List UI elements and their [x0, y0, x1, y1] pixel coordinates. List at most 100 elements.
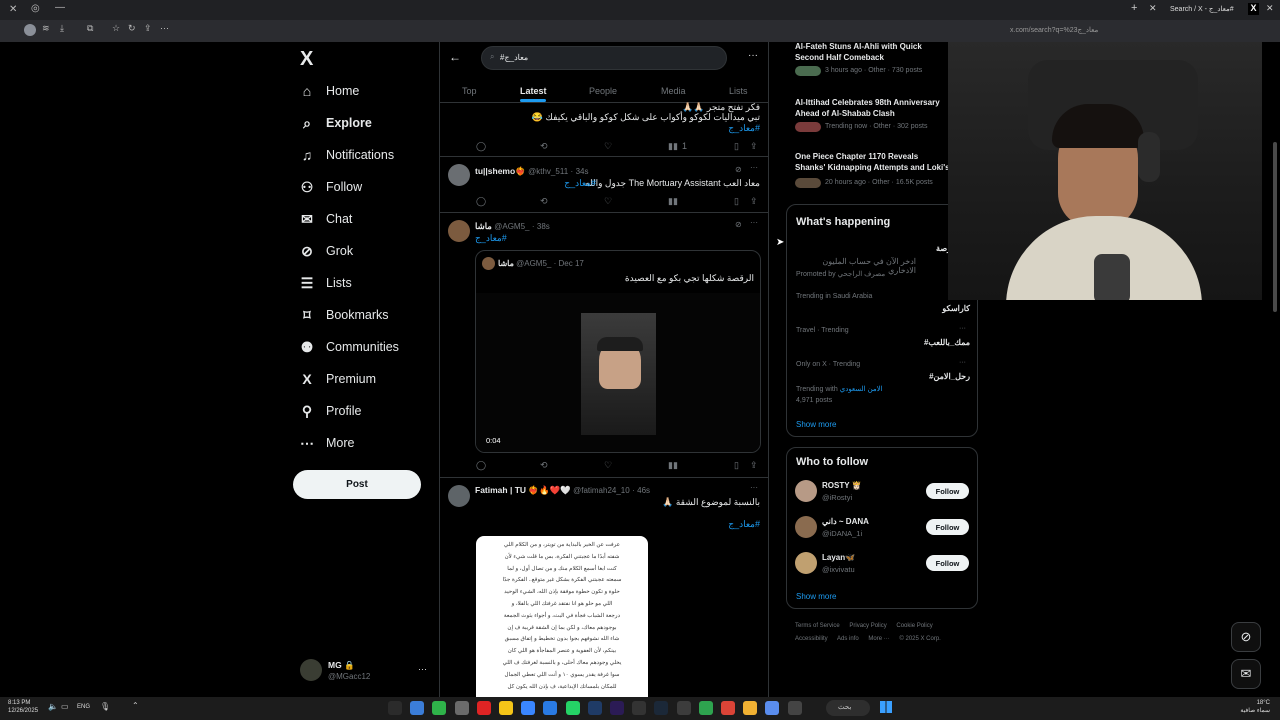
photoshop-icon[interactable] [587, 701, 602, 715]
bookmark-icon[interactable]: ▯ [734, 196, 739, 207]
back-arrow-icon[interactable]: ← [449, 50, 461, 64]
tweet-time[interactable]: 34s [576, 167, 589, 176]
avatar[interactable] [795, 552, 817, 574]
nav-item-bookmarks[interactable]: ⌑ Bookmarks [298, 301, 388, 329]
network-icon[interactable]: ▭ [61, 702, 69, 711]
video-player[interactable]: 0:04 [476, 293, 760, 452]
volume-icon[interactable]: 🔈 [48, 702, 58, 711]
avatar[interactable] [448, 164, 470, 186]
share-icon[interactable]: ⇪ [750, 460, 758, 471]
retweet-icon[interactable]: ⟲ [540, 141, 548, 152]
author-name[interactable]: ماشا [475, 221, 492, 231]
avatar[interactable] [795, 480, 817, 502]
tweet-time[interactable]: 38s [537, 222, 550, 231]
menu-icon[interactable]: ⋯ [160, 23, 169, 34]
like-icon[interactable]: ♡ [604, 141, 612, 152]
author-name[interactable]: Fatimah | TU ❤️‍🔥🔥❤️🤍 [475, 485, 571, 495]
language-indicator[interactable]: ENG [77, 704, 90, 710]
nav-item-follow[interactable]: ⚇ Follow [298, 173, 362, 201]
xbox-icon[interactable] [432, 701, 447, 715]
window-close-icon[interactable]: ✕ [1266, 3, 1274, 14]
download-icon[interactable]: ⤓ [60, 23, 64, 34]
more-icon[interactable]: ··· [750, 163, 758, 172]
obs-icon[interactable] [676, 701, 691, 715]
new-tab-icon[interactable]: + [1131, 2, 1137, 14]
nav-item-notifications[interactable]: ♫ Notifications [298, 141, 394, 169]
follow-name[interactable]: داني ~ DANA [822, 517, 869, 526]
follow-name[interactable]: Layan🦋 [822, 553, 855, 562]
avatar[interactable] [448, 220, 470, 242]
footer-link[interactable]: Ads info [837, 636, 859, 642]
address-bar[interactable]: x.com/search?q=%23معاد_ج [1010, 26, 1210, 34]
x-logo[interactable]: X [300, 48, 313, 71]
folder-icon[interactable] [743, 701, 758, 715]
footer-link[interactable]: Privacy Policy [849, 623, 886, 629]
reply-icon[interactable]: ◯ [476, 460, 486, 471]
more-icon[interactable]: ··· [959, 325, 966, 332]
store-icon[interactable] [454, 701, 469, 715]
explorer-icon[interactable] [410, 701, 425, 715]
show-more-link[interactable]: Show more [796, 592, 836, 601]
scrollbar-thumb[interactable] [1273, 142, 1277, 312]
share-icon[interactable]: ⇪ [750, 141, 758, 152]
footer-link[interactable]: Cookie Policy [896, 623, 932, 629]
media-icon[interactable] [388, 701, 402, 715]
search-input[interactable]: #معاد_ج [500, 53, 528, 62]
share-icon[interactable]: ⇪ [750, 196, 758, 207]
star-icon[interactable]: ☆ [112, 23, 120, 34]
paint-icon[interactable] [543, 701, 558, 715]
nav-item-grok[interactable]: ⊘ Grok [298, 237, 353, 265]
nav-item-premium[interactable]: X Premium [298, 365, 376, 393]
author-name[interactable]: tu||shemo❤️‍🔥 [475, 166, 526, 176]
avatar[interactable] [448, 485, 470, 507]
share-icon[interactable]: ⇪ [144, 23, 152, 34]
trending-with-tag[interactable]: الامن السعودي [840, 386, 883, 393]
avatar[interactable] [795, 516, 817, 538]
retweet-icon[interactable]: ⟲ [540, 196, 548, 207]
nav-item-home[interactable]: ⌂ Home [298, 77, 360, 105]
grok-icon[interactable]: ⊘ [735, 220, 742, 229]
retweet-icon[interactable]: ⟲ [540, 460, 548, 471]
active-tab-title[interactable]: Search / X - معاد_ج# [1170, 5, 1246, 13]
mic-icon[interactable]: 🎙 [100, 702, 110, 711]
taskbar-search[interactable]: بحث [826, 700, 870, 716]
nav-item-explore[interactable]: ⌕ Explore [298, 109, 372, 137]
post-button[interactable]: Post [293, 470, 421, 499]
profile-icon[interactable] [24, 24, 36, 36]
steam-icon[interactable] [654, 701, 669, 715]
whatsapp-icon[interactable] [565, 701, 580, 715]
grok-float-button[interactable]: ⊘ [1231, 622, 1261, 652]
chat-icon[interactable] [698, 701, 713, 715]
trend-name[interactable]: #رحل_الامن [887, 372, 970, 381]
notes-icon[interactable] [499, 701, 513, 715]
settings-icon[interactable] [765, 701, 780, 715]
bookmark-icon[interactable]: ▯ [734, 460, 739, 471]
tabs-icon[interactable]: ⧉ [87, 23, 93, 34]
tweet-time[interactable]: 46s [637, 486, 650, 495]
tab-latest[interactable]: Latest [520, 86, 547, 96]
tab-lists[interactable]: Lists [729, 86, 748, 96]
quote-tweet[interactable]: ماشا @AGM5_ · Dec 17 الرقصة شكلها تجي بك… [475, 250, 761, 453]
more-icon[interactable]: ··· [750, 218, 758, 227]
chevron-up-icon[interactable]: ⌃ [132, 701, 139, 710]
nav-item-profile[interactable]: ⚲ Profile [298, 397, 362, 425]
nav-item-communities[interactable]: ⚉ Communities [298, 333, 399, 361]
author-handle[interactable]: @fatimah24_10 [573, 486, 630, 495]
views-icon[interactable]: ▮▮ [668, 196, 678, 207]
more-icon[interactable]: ··· [750, 483, 758, 492]
nav-item-more[interactable]: ⋯ More [298, 429, 354, 457]
reload-icon[interactable]: ◎ [31, 3, 40, 14]
more-icon[interactable]: ··· [418, 664, 427, 674]
minimize-icon[interactable]: — [55, 2, 65, 13]
news-title[interactable]: Al-Ittihad Celebrates 98th Anniversary A… [795, 97, 950, 119]
premiere-icon[interactable] [610, 701, 624, 715]
like-icon[interactable]: ♡ [604, 460, 612, 471]
like-icon[interactable]: ♡ [604, 196, 612, 207]
messages-float-button[interactable]: ✉ [1231, 659, 1261, 689]
reply-icon[interactable]: ◯ [476, 196, 486, 207]
youtube-icon[interactable] [476, 701, 491, 715]
tab-people[interactable]: People [589, 86, 617, 96]
follow-name[interactable]: ROSTY 👸🏻 [822, 481, 862, 490]
show-more-link[interactable]: Show more [796, 420, 836, 429]
follow-button[interactable]: Follow [926, 519, 969, 535]
